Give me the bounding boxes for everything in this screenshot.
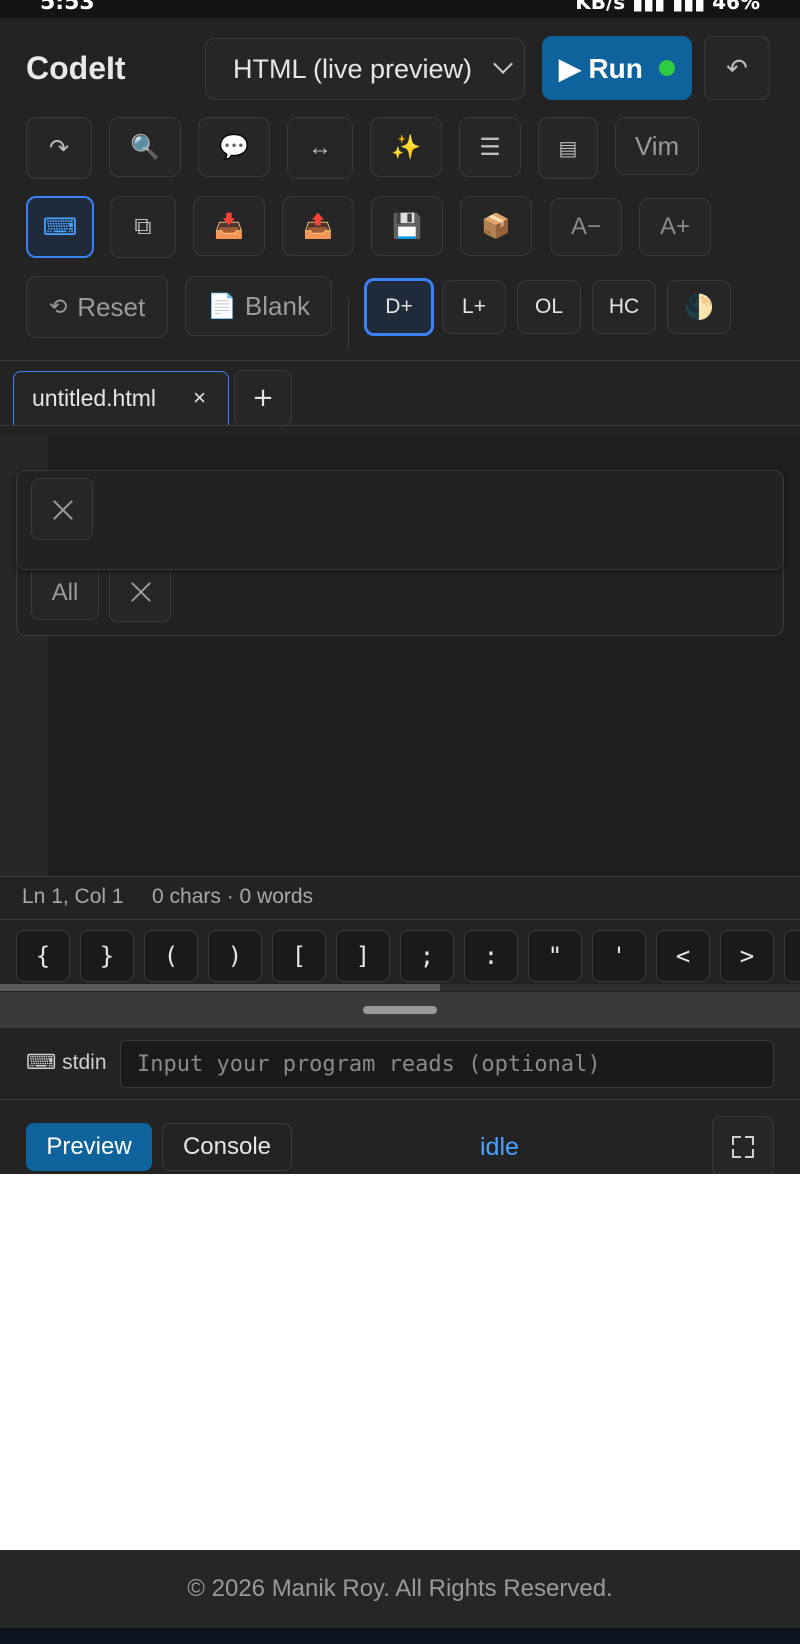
drag-handle-icon[interactable]	[363, 1006, 437, 1014]
key-open-brace[interactable]: {	[16, 930, 70, 982]
panel-icon: ▤	[558, 137, 578, 160]
document-counts: 0 chars · 0 words	[152, 885, 314, 908]
console-tab[interactable]: Console	[162, 1123, 292, 1171]
font-increase-button[interactable]: A+	[639, 198, 711, 256]
key-overflow[interactable]	[784, 930, 800, 982]
package-icon: 📦	[481, 212, 511, 240]
outline-button[interactable]: OL	[517, 280, 581, 334]
undo-icon: ↶	[726, 52, 748, 83]
font-decrease-button[interactable]: A−	[550, 198, 622, 256]
quick-keys-bar: { } ( ) [ ] ; : " ' < >	[0, 919, 800, 989]
stdin-row: ⌨ stdin	[0, 1028, 800, 1100]
app-window: CodeIt HTML (live preview) ▶ Run ↶ ↷ 🔍 💬…	[0, 18, 800, 1192]
menu-button[interactable]: ☰	[459, 117, 521, 177]
sparkle-icon: ✨	[391, 133, 421, 161]
blank-label: Blank	[244, 290, 310, 321]
outbox-icon: 📤	[303, 212, 333, 240]
key-less-than[interactable]: <	[656, 930, 710, 982]
key-close-bracket[interactable]: ]	[336, 930, 390, 982]
system-navigation-bar	[0, 1628, 800, 1644]
key-double-quote[interactable]: "	[528, 930, 582, 982]
redo-button[interactable]: ↷	[26, 117, 92, 179]
stdin-input[interactable]	[120, 1040, 774, 1088]
add-tab-button[interactable]: +	[234, 370, 292, 426]
inbox-icon: 📥	[214, 212, 244, 240]
document-icon: 📄	[207, 292, 237, 320]
close-search-icon[interactable]	[31, 478, 93, 540]
run-button[interactable]: ▶ Run	[542, 36, 692, 100]
toolbar-separator	[0, 360, 800, 361]
high-contrast-button[interactable]: HC	[592, 280, 656, 334]
system-status-bar: 5:53 KB/s ▮▮▮ ▮▮▮ 46%	[0, 0, 800, 18]
stdin-label: ⌨ stdin	[26, 1051, 107, 1074]
import-button[interactable]: 📥	[193, 196, 265, 256]
key-semicolon[interactable]: ;	[400, 930, 454, 982]
tabs-separator	[0, 425, 800, 426]
redo-icon: ↷	[48, 134, 70, 162]
footer: © 2026 Manik Roy. All Rights Reserved.	[0, 1550, 800, 1628]
swap-button[interactable]: ↔	[287, 117, 353, 179]
half-moon-icon: 🌓	[684, 293, 714, 321]
menu-icon: ☰	[479, 133, 501, 161]
swap-icon: ↔	[308, 134, 332, 161]
blank-button[interactable]: 📄 Blank	[185, 276, 332, 336]
key-colon[interactable]: :	[464, 930, 518, 982]
quick-keys-scrollbar[interactable]	[0, 984, 800, 991]
scrollbar-thumb[interactable]	[0, 984, 440, 991]
reset-icon: ⟲	[48, 294, 68, 319]
comment-button[interactable]: 💬	[198, 117, 270, 177]
run-status-dot	[658, 60, 675, 76]
key-greater-than[interactable]: >	[720, 930, 774, 982]
undo-button[interactable]: ↶	[704, 36, 770, 100]
key-single-quote[interactable]: '	[592, 930, 646, 982]
cursor-position: Ln 1, Col 1	[22, 885, 124, 908]
copyright-text: © 2026 Manik Roy. All Rights Reserved.	[187, 1575, 613, 1602]
search-icon: 🔍	[130, 133, 160, 161]
app-title: CodeIt	[26, 50, 126, 86]
panel-resizer[interactable]	[0, 992, 800, 1028]
status-indicators: KB/s ▮▮▮ ▮▮▮ 46%	[575, 0, 760, 14]
duplicate-button[interactable]: ⧉	[110, 196, 176, 258]
keyboard-icon: ⌨	[42, 213, 78, 241]
language-select-value: HTML (live preview)	[233, 53, 473, 84]
format-button[interactable]: ✨	[370, 117, 442, 177]
fullscreen-button[interactable]	[712, 1116, 774, 1178]
clock: 5:53	[40, 0, 95, 15]
reset-label: Reset	[77, 291, 146, 322]
run-status: idle	[480, 1133, 519, 1161]
key-open-bracket[interactable]: [	[272, 930, 326, 982]
reset-button[interactable]: ⟲ Reset	[26, 276, 168, 338]
chevron-down-icon	[493, 54, 513, 74]
key-open-paren[interactable]: (	[144, 930, 198, 982]
toolbar-divider	[348, 298, 349, 348]
search-button[interactable]: 🔍	[109, 117, 181, 177]
save-button[interactable]: 💾	[371, 196, 443, 256]
preview-frame[interactable]	[0, 1174, 800, 1550]
export-button[interactable]: 📤	[282, 196, 354, 256]
floppy-icon: 💾	[392, 212, 422, 240]
vim-button[interactable]: Vim	[615, 117, 699, 175]
density-plus-button[interactable]: D+	[364, 278, 434, 336]
preview-tab[interactable]: Preview	[26, 1123, 152, 1171]
key-close-paren[interactable]: )	[208, 930, 262, 982]
copy-icon: ⧉	[134, 213, 152, 240]
file-tab-label: untitled.html	[32, 385, 157, 411]
comment-icon: 💬	[219, 133, 249, 161]
panel-button[interactable]: ▤	[538, 117, 598, 179]
search-panel	[16, 470, 784, 570]
close-tab-icon[interactable]: ×	[193, 385, 206, 411]
run-label: ▶ Run	[559, 52, 643, 84]
keyboard-toggle-button[interactable]: ⌨	[26, 196, 94, 258]
replace-all-button[interactable]: All	[31, 566, 99, 620]
language-select[interactable]: HTML (live preview)	[205, 38, 525, 100]
editor-status-bar: Ln 1, Col 1 0 chars · 0 words	[0, 876, 800, 918]
theme-toggle-button[interactable]: 🌓	[667, 280, 731, 334]
line-height-plus-button[interactable]: L+	[442, 280, 506, 334]
key-close-brace[interactable]: }	[80, 930, 134, 982]
package-button[interactable]: 📦	[460, 196, 532, 256]
file-tab[interactable]: untitled.html ×	[13, 371, 229, 425]
